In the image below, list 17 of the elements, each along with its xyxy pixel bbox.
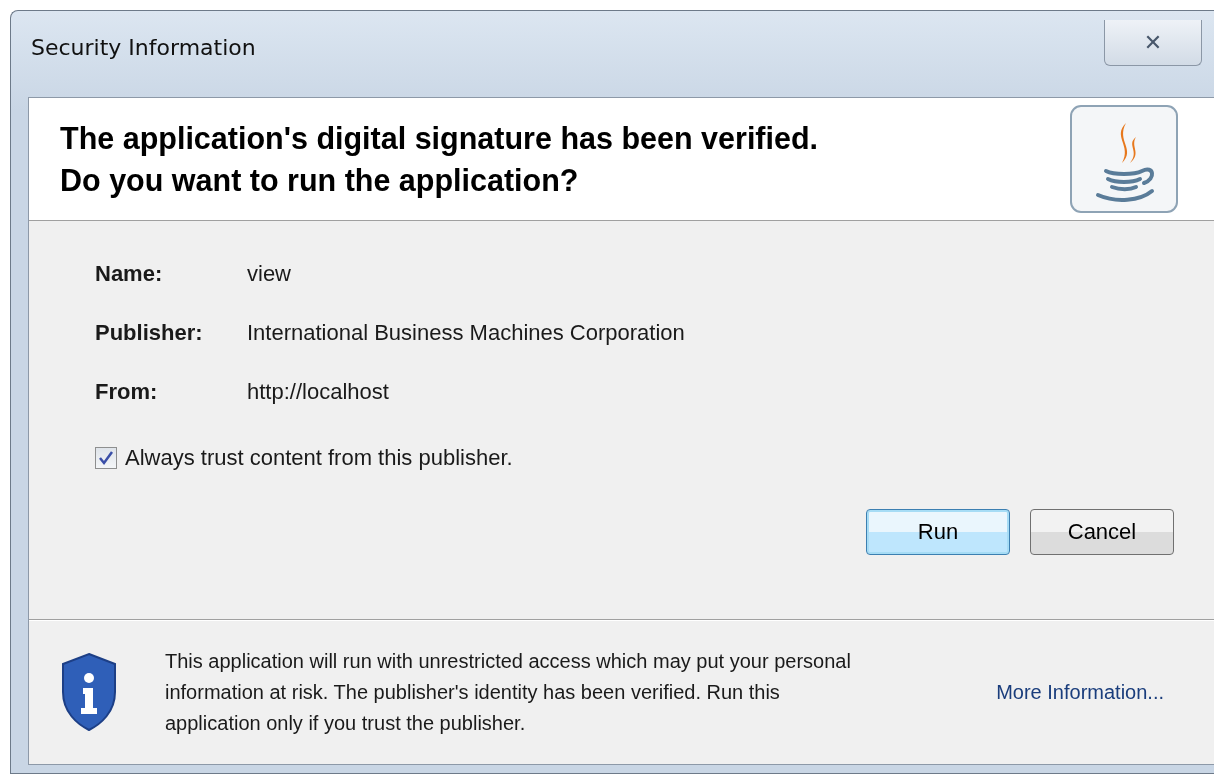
field-value: International Business Machines Corporation bbox=[247, 320, 686, 346]
checkbox-label[interactable]: Always trust content from this publisher. bbox=[125, 445, 513, 471]
dialog-heading: The application's digital signature has been verified. Do you want to run the application? bbox=[60, 120, 819, 200]
trust-checkbox[interactable] bbox=[95, 447, 117, 469]
info-shield-icon bbox=[59, 652, 119, 732]
coffee-cup-icon bbox=[1070, 105, 1178, 213]
field-label: From: bbox=[95, 379, 159, 405]
cancel-button[interactable]: Cancel bbox=[1030, 509, 1174, 555]
field-label: Publisher: bbox=[95, 320, 204, 346]
close-button[interactable]: ✕ bbox=[1104, 20, 1202, 66]
run-button[interactable]: Run bbox=[866, 509, 1010, 555]
more-information-link[interactable]: More Information... bbox=[996, 680, 1164, 704]
field-label: Name: bbox=[95, 261, 164, 287]
field-value: view bbox=[247, 261, 292, 287]
field-value: http://localhost bbox=[247, 379, 390, 405]
warning-message: This application will run with unrestricted access which may put your personal information at risk. The publisher's identity has been verified. Run this application only if you trust the publisher. bbox=[165, 648, 852, 736]
window-title: Security Information bbox=[31, 35, 256, 60]
